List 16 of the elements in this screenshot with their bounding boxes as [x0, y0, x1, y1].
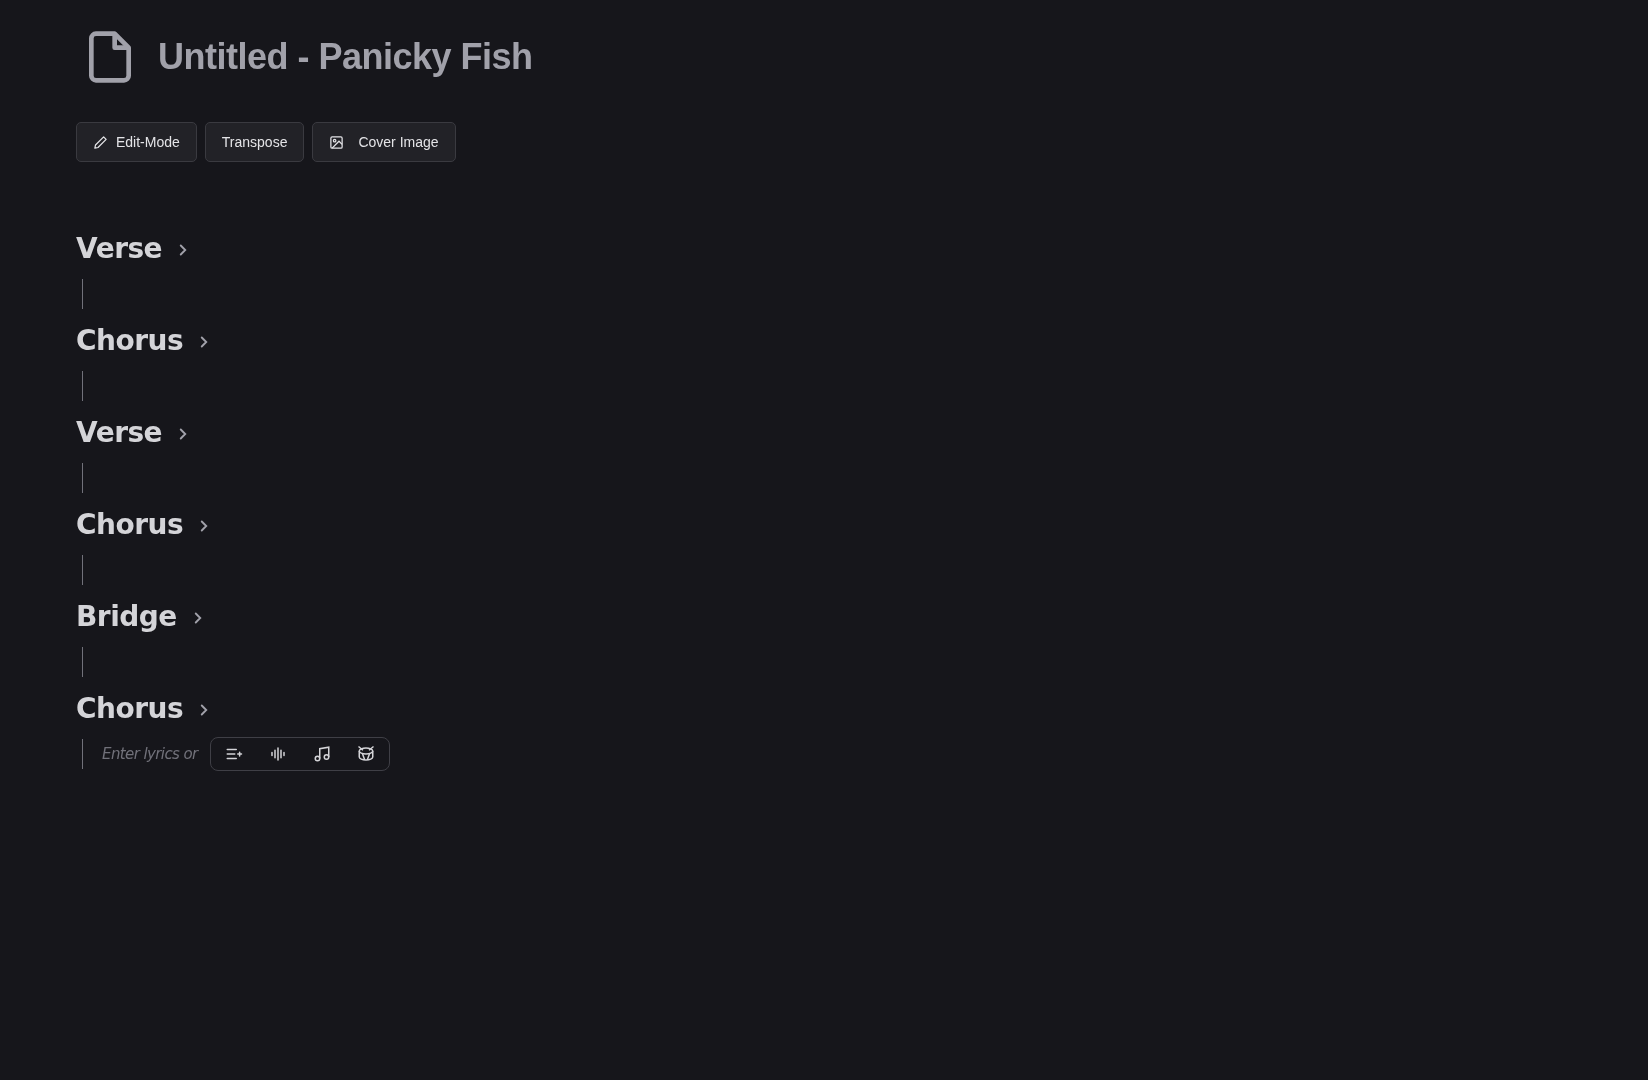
section-heading[interactable]: Verse [76, 415, 163, 449]
lyrics-input[interactable]: Enter lyrics or [102, 745, 202, 763]
section-heading[interactable]: Chorus [76, 323, 184, 357]
section-heading[interactable]: Chorus [76, 691, 184, 725]
section-heading[interactable]: Chorus [76, 507, 184, 541]
drum-icon[interactable] [357, 745, 375, 763]
toolbar-button[interactable]: Transpose [204, 122, 305, 162]
waveform-icon[interactable] [269, 745, 287, 763]
section-heading[interactable]: Bridge [76, 599, 177, 633]
song-title: Untitled - Panicky Fish [158, 36, 533, 78]
toolbar-button[interactable]: Edit-Mode [76, 122, 197, 162]
music-note-icon[interactable] [313, 745, 331, 763]
toolbar-button[interactable]: Cover Image [312, 122, 456, 162]
section-heading[interactable]: Verse [76, 231, 163, 265]
pencil-icon [93, 134, 108, 150]
image-icon [329, 134, 345, 150]
